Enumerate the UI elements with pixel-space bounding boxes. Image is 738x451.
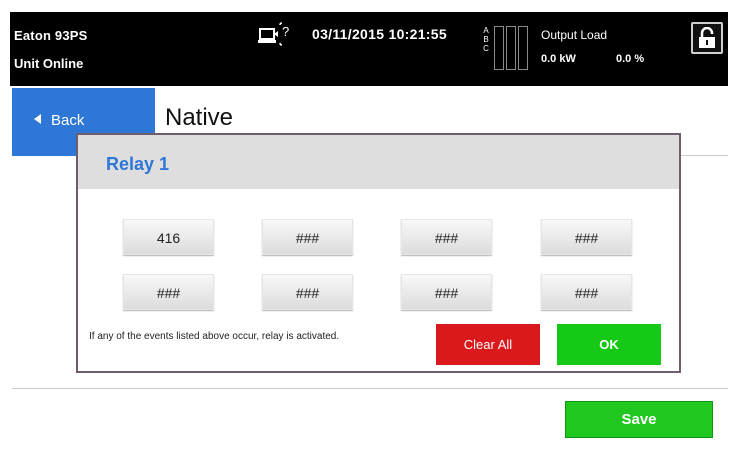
event-slot-4[interactable]: ### [541, 219, 632, 255]
output-load-label: Output Load [541, 28, 608, 42]
unit-status: Unit Online [14, 56, 84, 71]
svg-text:?: ? [282, 24, 289, 39]
phase-label-c: C [483, 44, 489, 53]
phase-b-bar [506, 26, 516, 70]
status-header: Eaton 93PS Unit Online ? 03/11/2015 10:2… [10, 12, 728, 86]
dialog-note: If any of the events listed above occur,… [89, 331, 340, 342]
dialog-header: Relay 1 [78, 135, 679, 189]
date-time: 03/11/2015 10:21:55 [312, 26, 447, 42]
ok-button[interactable]: OK [557, 324, 661, 365]
event-slot-5[interactable]: ### [123, 274, 214, 310]
event-slot-7[interactable]: ### [401, 274, 492, 310]
phase-label-b: B [483, 35, 489, 44]
back-button-label: Back [51, 112, 85, 129]
phase-label-a: A [483, 26, 489, 35]
lock-button[interactable] [691, 22, 723, 54]
footer-divider [12, 388, 728, 389]
dialog-title: Relay 1 [106, 154, 170, 174]
relay-dialog: Relay 1 416 ### ### ### ### ### ### ### … [76, 133, 681, 373]
phase-labels: A B C [481, 26, 491, 53]
event-slot-2[interactable]: ### [262, 219, 353, 255]
back-arrow-icon [34, 114, 41, 124]
event-slot-3[interactable]: ### [401, 219, 492, 255]
output-load-percent: 0.0 % [616, 53, 645, 65]
clear-all-button[interactable]: Clear All [436, 324, 540, 365]
unlocked-padlock-icon [699, 27, 715, 48]
event-slot-6[interactable]: ### [262, 274, 353, 310]
output-load-kw: 0.0 kW [541, 53, 576, 65]
phase-load-meter [494, 26, 528, 70]
phase-c-bar [518, 26, 528, 70]
event-slot-8[interactable]: ### [541, 274, 632, 310]
alarm-monitor-icon[interactable]: ? [258, 22, 292, 46]
phase-a-bar [494, 26, 504, 70]
device-name: Eaton 93PS [14, 28, 88, 43]
ups-display-frame: Eaton 93PS Unit Online ? 03/11/2015 10:2… [0, 0, 738, 451]
page-title: Native [165, 104, 234, 131]
save-button[interactable]: Save [565, 401, 713, 438]
event-slot-1[interactable]: 416 [123, 219, 214, 255]
